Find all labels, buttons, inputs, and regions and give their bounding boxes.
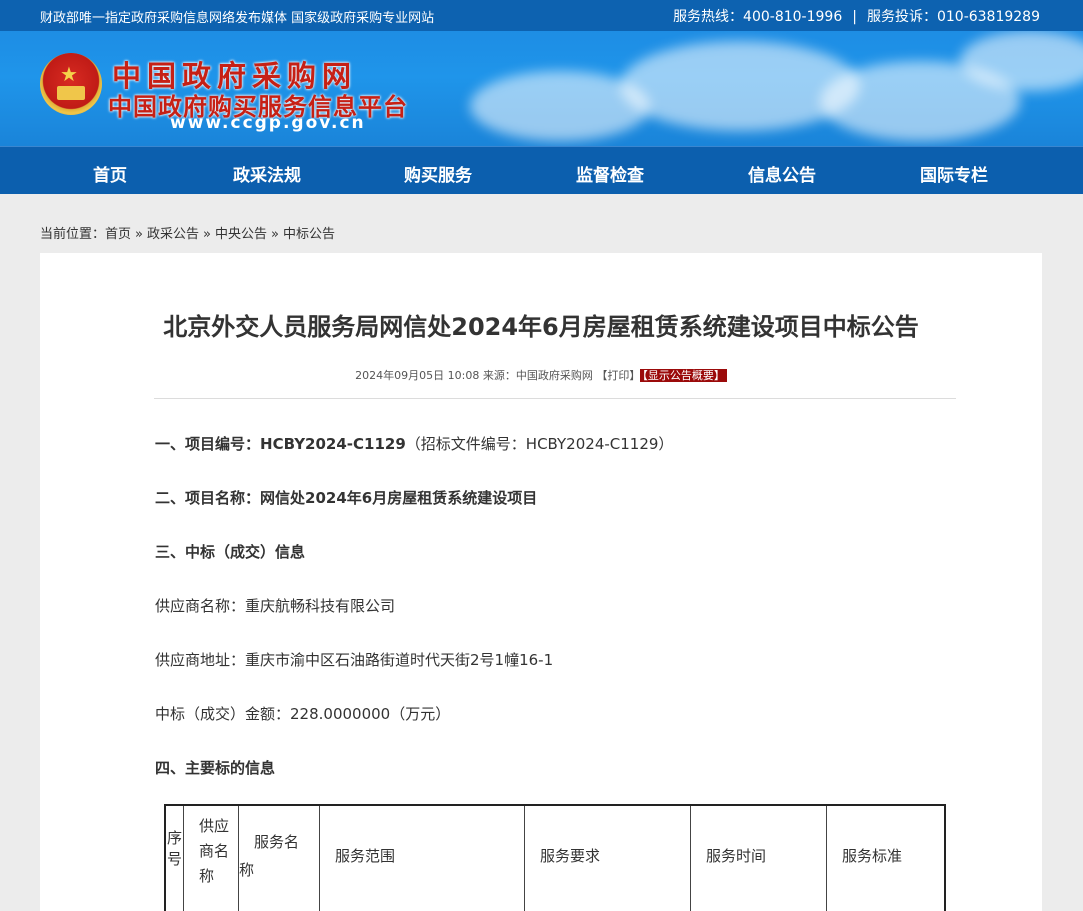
breadcrumb-label: 当前位置： (40, 227, 106, 242)
main-subject-heading: 四、主要标的信息 (155, 757, 275, 778)
cloud-decoration (620, 41, 860, 131)
main-nav: 首页 政采法规 购买服务 监督检查 信息公告 国际专栏 (0, 146, 1083, 194)
article-title: 北京外交人员服务局网信处2024年6月房屋租赁系统建设项目中标公告 (163, 313, 919, 341)
publish-datetime: 2024年09月05日 10:08 (355, 369, 480, 382)
nav-item-supervision[interactable]: 监督检查 (576, 161, 644, 186)
award-info-heading-text: 三、中标（成交）信息 (155, 543, 306, 561)
nav-item-international[interactable]: 国际专栏 (920, 161, 988, 186)
breadcrumb-award-notices[interactable]: 中标公告 (283, 227, 335, 242)
print-link[interactable]: 【打印】 (596, 369, 640, 382)
breadcrumb-home[interactable]: 首页 (105, 227, 131, 242)
article-source: 来源：中国政府采购网 (482, 369, 593, 382)
table-header-cell: 序号 (166, 806, 184, 911)
col-supplier-header: 供应商名称 (199, 817, 230, 885)
award-amount-line: 中标（成交）金额：228.0000000（万元） (155, 705, 451, 723)
col-service-standard-header: 服务标准 (842, 847, 903, 865)
table-header-cell: 服务标准 (827, 806, 944, 911)
table-header-cell: 服务要求 (525, 806, 691, 911)
top-bar: 财政部唯一指定政府采购信息网络发布媒体 国家级政府采购专业网站 服务热线：400… (0, 0, 1083, 31)
project-name-value: 网信处2024年6月房屋租赁系统建设项目 (260, 489, 538, 507)
nav-item-purchase-services[interactable]: 购买服务 (404, 161, 472, 186)
complaint-text: 服务投诉：010-63819289 (866, 9, 1040, 25)
subject-table: 序号 供应商名称 服务名称 服务范围 服务要求 服务时间 服务标准 (164, 804, 946, 911)
table-header-cell: 服务范围 (320, 806, 525, 911)
site-url: www.ccgp.gov.cn (170, 113, 366, 133)
col-service-name-header: 服务名称 (239, 833, 300, 879)
nav-item-regulations[interactable]: 政采法规 (233, 161, 301, 186)
project-number-line: 一、项目编号：HCBY2024-C1129（招标文件编号：HCBY2024-C1… (155, 433, 673, 454)
breadcrumb-separator: » (135, 227, 143, 242)
breadcrumb: 当前位置：首页 » 政采公告 » 中央公告 » 中标公告 (40, 223, 335, 242)
nav-item-announcements[interactable]: 信息公告 (748, 161, 816, 186)
breadcrumb-central-notices[interactable]: 中央公告 (215, 227, 267, 242)
supplier-name-line: 供应商名称：重庆航畅科技有限公司 (155, 597, 396, 615)
breadcrumb-procurement-notices[interactable]: 政采公告 (147, 227, 199, 242)
project-name-label: 二、项目名称： (155, 489, 261, 507)
contact-info: 服务热线：400-810-1996 | 服务投诉：010-63819289 (673, 6, 1040, 26)
col-service-scope-header: 服务范围 (335, 847, 396, 865)
show-overview-button[interactable]: 【显示公告概要】 (640, 369, 727, 382)
project-name-line: 二、项目名称：网信处2024年6月房屋租赁系统建设项目 (155, 487, 537, 508)
article-meta: 2024年09月05日 10:08 来源：中国政府采购网 【打印】 【显示公告概要… (40, 367, 1042, 383)
site-banner: ★ 中国政府采购网 中国政府购买服务信息平台 www.ccgp.gov.cn (0, 31, 1083, 146)
col-service-time-header: 服务时间 (706, 847, 767, 865)
project-number-value: HCBY2024-C1129 (260, 435, 406, 453)
table-header-cell: 服务时间 (691, 806, 827, 911)
main-subject-heading-text: 四、主要标的信息 (155, 759, 276, 777)
tender-doc-number: （招标文件编号：HCBY2024-C1129） (405, 435, 674, 453)
breadcrumb-separator: » (203, 227, 211, 242)
national-emblem-icon[interactable]: ★ (40, 53, 102, 115)
table-header-cell: 供应商名称 (184, 806, 239, 911)
hotline-text: 服务热线：400-810-1996 (673, 9, 843, 25)
contact-separator: | (852, 9, 857, 25)
award-info-heading: 三、中标（成交）信息 (155, 541, 305, 562)
col-seq-header: 序号 (167, 829, 183, 868)
supplier-address-line: 供应商地址：重庆市渝中区石油路街道时代天街2号1幢16-1 (155, 651, 554, 669)
nav-item-home[interactable]: 首页 (93, 161, 127, 186)
project-number-label: 一、项目编号： (155, 435, 261, 453)
site-slogan: 财政部唯一指定政府采购信息网络发布媒体 国家级政府采购专业网站 (40, 11, 435, 26)
article-panel: 北京外交人员服务局网信处2024年6月房屋租赁系统建设项目中标公告 2024年0… (40, 253, 1042, 911)
table-header-cell: 服务名称 (239, 806, 320, 911)
col-service-requirement-header: 服务要求 (540, 847, 601, 865)
title-divider (154, 398, 956, 399)
breadcrumb-separator: » (271, 227, 279, 242)
